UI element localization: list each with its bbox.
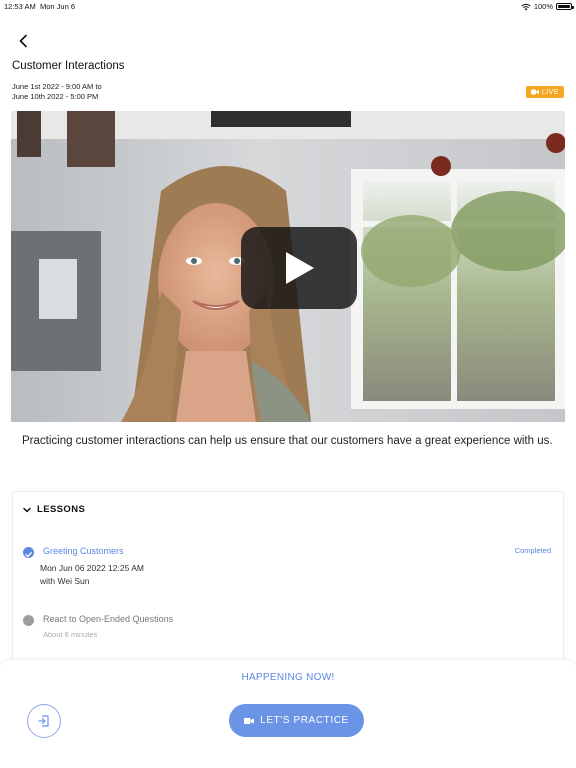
pending-circle-icon	[23, 615, 34, 626]
date-range: June 1st 2022 - 9:00 AM to June 10th 202…	[12, 82, 102, 102]
play-button[interactable]	[241, 227, 357, 309]
date-range-start: June 1st 2022 - 9:00 AM to	[12, 82, 102, 91]
live-label: LIVE	[541, 88, 559, 96]
lessons-card: LESSONS Greeting Customers Mon Jun 06 20…	[12, 491, 564, 681]
practice-label: LET'S PRACTICE	[260, 715, 349, 726]
chevron-left-icon	[19, 34, 27, 48]
battery-percent: 100%	[533, 2, 553, 11]
video-player[interactable]	[11, 111, 565, 422]
play-icon	[286, 252, 314, 284]
wifi-icon	[521, 3, 531, 10]
exit-icon	[38, 715, 49, 727]
status-indicators: 100%	[521, 2, 574, 11]
check-circle-icon	[23, 547, 34, 558]
lesson-datetime: Mon Jun 06 2022 12:25 AM	[40, 563, 144, 573]
lessons-title: LESSONS	[37, 504, 86, 515]
battery-icon	[556, 3, 574, 10]
lesson-duration: About 6 minutes	[43, 630, 98, 639]
page-title: Customer Interactions	[12, 60, 125, 72]
status-time: 12:53 AM	[4, 2, 36, 11]
happening-now-label: HAPPENING NOW!	[241, 672, 335, 683]
lesson-item[interactable]: React to Open-Ended Questions About 6 mi…	[23, 614, 553, 644]
live-badge: LIVE	[525, 86, 564, 98]
video-camera-icon	[530, 89, 539, 95]
status-date: Mon Jun 6	[40, 2, 76, 11]
lets-practice-button[interactable]: LET'S PRACTICE	[229, 704, 364, 737]
status-bar: 12:53 AM Mon Jun 6 100%	[0, 0, 576, 14]
exit-button[interactable]	[27, 704, 61, 738]
chevron-down-icon	[23, 507, 31, 512]
lesson-title[interactable]: React to Open-Ended Questions	[43, 614, 173, 624]
lesson-title[interactable]: Greeting Customers	[43, 546, 124, 556]
description: Practicing customer interactions can hel…	[22, 435, 553, 447]
video-camera-icon	[244, 717, 255, 724]
lesson-status-badge: Completed	[514, 546, 551, 555]
lesson-detail-screen: 12:53 AM Mon Jun 6 100% Customer Interac…	[0, 0, 576, 768]
bottom-action-bar: HAPPENING NOW! LET'S PRACTICE	[0, 660, 576, 768]
lesson-with: with Wei Sun	[40, 576, 90, 586]
lessons-toggle[interactable]: LESSONS	[23, 504, 85, 515]
lesson-item[interactable]: Greeting Customers Mon Jun 06 2022 12:25…	[23, 546, 553, 590]
date-range-end: June 10th 2022 - 5:00 PM	[12, 92, 99, 101]
back-button[interactable]	[12, 30, 34, 52]
